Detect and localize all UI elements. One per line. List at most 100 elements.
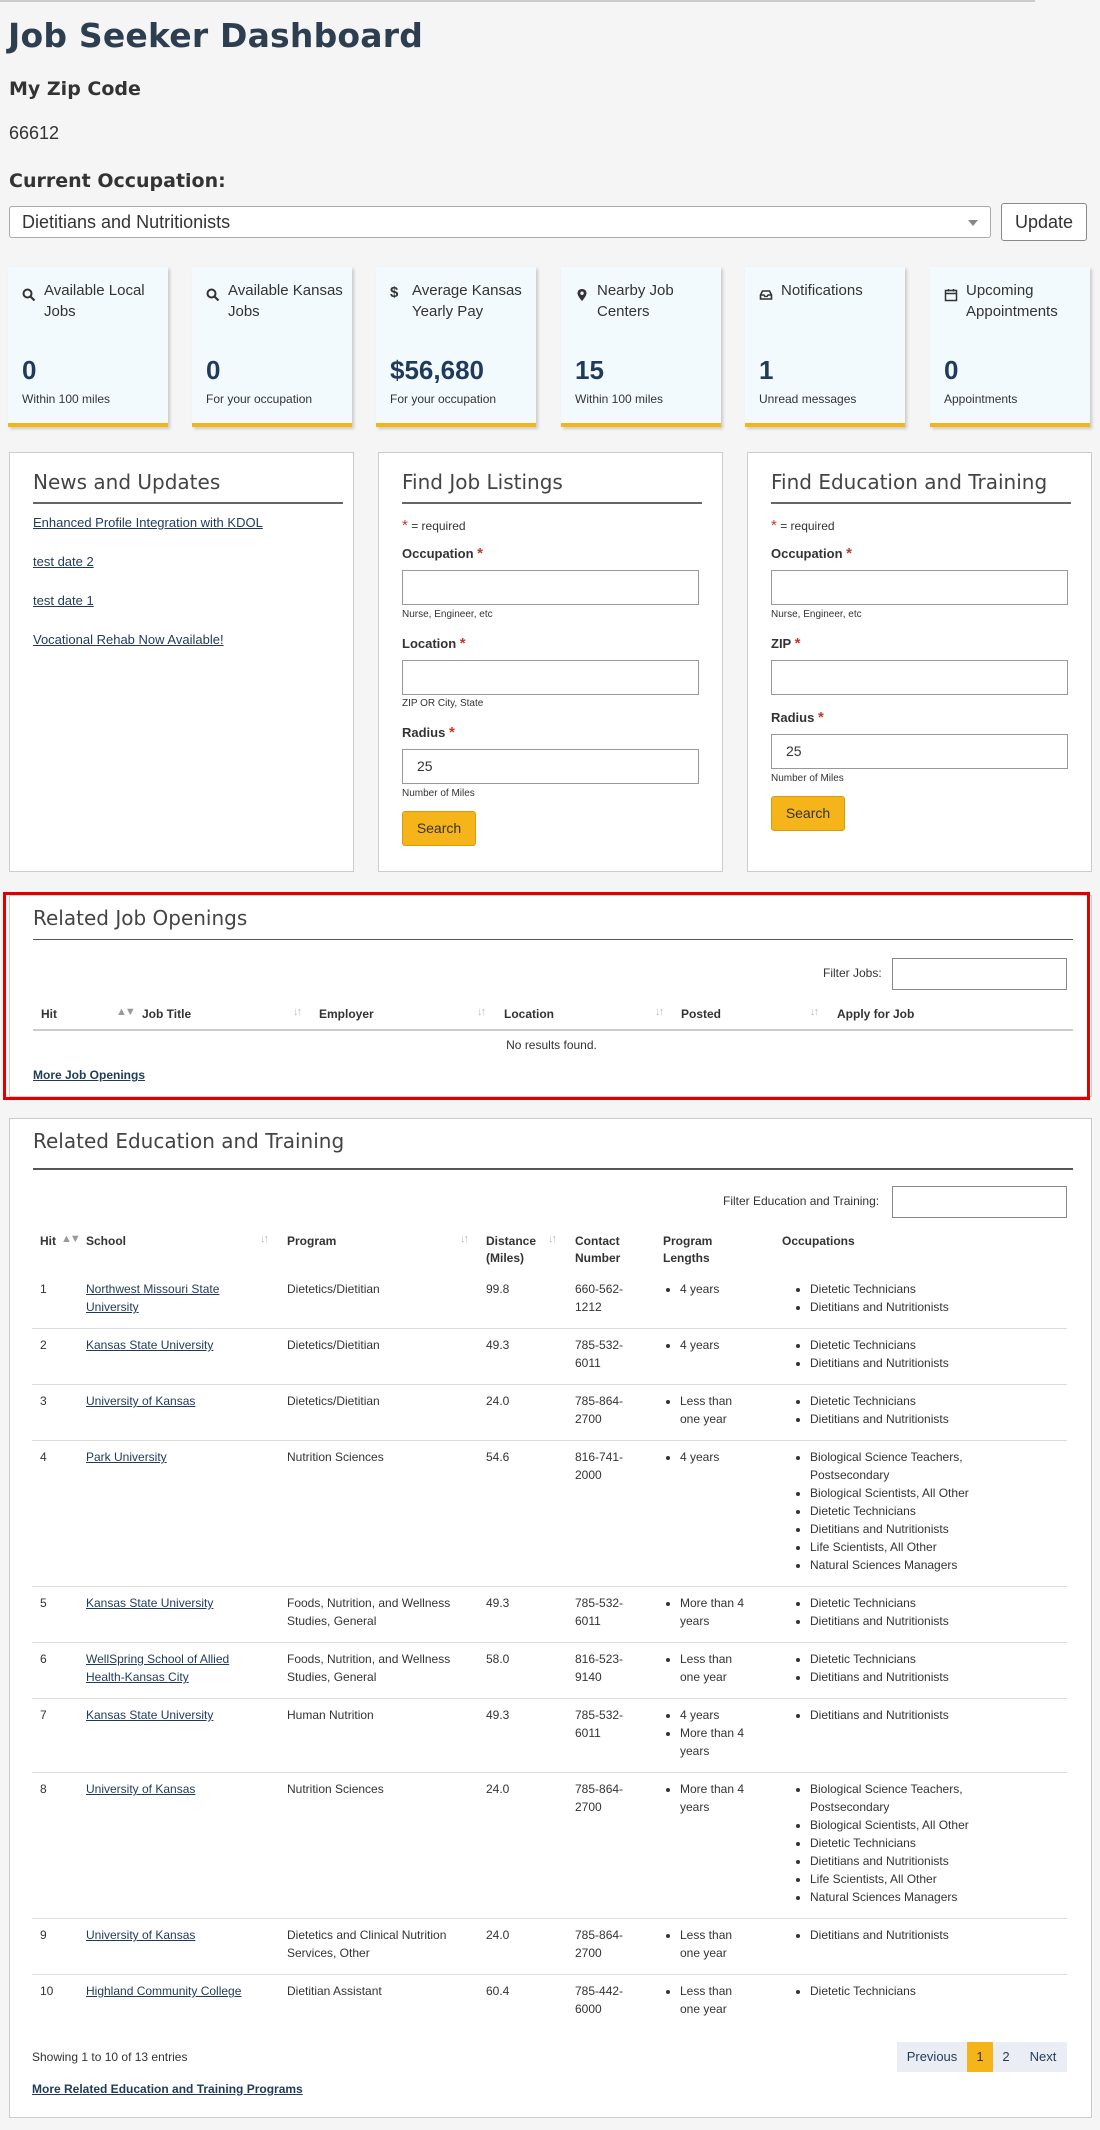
program-length-item: Less than one year <box>680 1392 754 1428</box>
school-link-text[interactable]: University of Kansas <box>86 1928 195 1942</box>
education-title: Related Education and Training <box>33 1129 345 1153</box>
occupation-item: Natural Sciences Managers <box>810 1888 994 1906</box>
row-occupations: Dietitians and Nutritionists <box>794 1706 994 1724</box>
column-header[interactable]: School <box>86 1233 126 1250</box>
occupation-help: Nurse, Engineer, etc <box>402 609 493 620</box>
row-program-lengths: 4 years <box>664 1448 754 1466</box>
column-header[interactable]: Hit <box>40 1233 56 1250</box>
school-link-text[interactable]: University of Kansas <box>86 1782 195 1796</box>
school-link[interactable]: Highland Community College <box>86 1982 261 2000</box>
pagination-next[interactable]: Next <box>1019 2042 1067 2072</box>
row-hit: 5 <box>40 1596 47 1610</box>
row-program-lengths: 4 yearsMore than 4 years <box>664 1706 754 1760</box>
news-link[interactable]: test date 1 <box>33 593 94 608</box>
stat-card-local-jobs[interactable]: Available Local Jobs 0 Within 100 miles <box>8 267 168 427</box>
school-link[interactable]: Kansas State University <box>86 1336 261 1354</box>
occupation-item: Dietetic Technicians <box>810 1982 994 2000</box>
stat-card-kansas-jobs[interactable]: Available Kansas Jobs 0 For your occupat… <box>192 267 352 427</box>
school-link[interactable]: Kansas State University <box>86 1706 261 1724</box>
occupation-item: Dietetic Technicians <box>810 1834 994 1852</box>
zip-code-label: My Zip Code <box>9 78 141 100</box>
news-link[interactable]: Enhanced Profile Integration with KDOL <box>33 515 263 530</box>
row-contact: 785-532-6011 <box>575 1596 624 1628</box>
stat-sub: Within 100 miles <box>22 392 111 406</box>
school-link-text[interactable]: Northwest Missouri State University <box>86 1282 219 1314</box>
pagination-page-1[interactable]: 1 <box>967 2042 993 2072</box>
filter-education-input[interactable] <box>892 1186 1067 1218</box>
more-education-link[interactable]: More Related Education and Training Prog… <box>32 2082 303 2096</box>
job-radius-input[interactable]: 25 <box>402 749 699 784</box>
school-link[interactable]: University of Kansas <box>86 1780 261 1798</box>
sort-icon[interactable]: ↓↑ <box>460 1233 469 1245</box>
occupation-item: Dietetic Technicians <box>810 1594 994 1612</box>
occupation-select[interactable]: Dietitians and Nutritionists <box>9 206 991 238</box>
stat-card-job-centers[interactable]: Nearby Job Centers 15 Within 100 miles <box>561 267 721 427</box>
stat-sub: For your occupation <box>206 392 313 406</box>
column-header[interactable]: Contact Number <box>575 1233 630 1267</box>
stat-card-notifications[interactable]: Notifications 1 Unread messages <box>745 267 905 427</box>
news-link[interactable]: Vocational Rehab Now Available! <box>33 632 224 647</box>
school-link-text[interactable]: Kansas State University <box>86 1708 213 1722</box>
stat-value: 0 <box>22 355 37 385</box>
school-link-text[interactable]: Park University <box>86 1450 167 1464</box>
edu-radius-input[interactable]: 25 <box>771 734 1068 769</box>
job-location-input[interactable] <box>402 660 699 695</box>
row-contact: 785-442-6000 <box>575 1984 624 2016</box>
news-panel: News and Updates Enhanced Profile Integr… <box>9 452 354 872</box>
sort-icon[interactable]: ↓↑ <box>260 1233 269 1245</box>
school-link[interactable]: Northwest Missouri State University <box>86 1280 261 1316</box>
row-contact: 816-741-2000 <box>575 1450 624 1482</box>
program-length-item: More than 4 years <box>680 1780 754 1816</box>
column-header[interactable]: Program <box>287 1233 336 1250</box>
school-link-text[interactable]: Kansas State University <box>86 1338 213 1352</box>
row-program: Foods, Nutrition, and Wellness Studies, … <box>287 1652 451 1684</box>
school-link-text[interactable]: WellSpring School of Allied Health-Kansa… <box>86 1652 229 1684</box>
row-program: Dietitian Assistant <box>287 1984 382 1998</box>
school-link[interactable]: Kansas State University <box>86 1594 261 1612</box>
edu-occupation-input[interactable] <box>771 570 1068 605</box>
sort-icon[interactable]: ↓↑ <box>548 1233 557 1245</box>
school-link[interactable]: WellSpring School of Allied Health-Kansa… <box>86 1650 261 1686</box>
school-link-text[interactable]: Highland Community College <box>86 1984 241 1998</box>
row-occupations: Biological Science Teachers, Postseconda… <box>794 1780 994 1906</box>
column-header[interactable]: Program Lengths <box>663 1233 733 1267</box>
row-distance: 24.0 <box>486 1782 510 1796</box>
update-button[interactable]: Update <box>1001 203 1087 241</box>
row-occupations: Dietetic TechniciansDietitians and Nutri… <box>794 1336 994 1372</box>
row-divider <box>32 1642 1067 1643</box>
program-length-item: 4 years <box>680 1706 754 1724</box>
school-link-text[interactable]: University of Kansas <box>86 1394 195 1408</box>
school-link[interactable]: University of Kansas <box>86 1392 261 1410</box>
news-link[interactable]: test date 2 <box>33 554 94 569</box>
school-link[interactable]: University of Kansas <box>86 1926 261 1944</box>
row-occupations: Dietetic TechniciansDietitians and Nutri… <box>794 1280 994 1316</box>
news-divider <box>33 502 343 504</box>
education-search-button[interactable]: Search <box>771 796 845 831</box>
row-program-lengths: Less than one year <box>664 1650 754 1686</box>
zip-code-value: 66612 <box>9 123 60 143</box>
education-search-title: Find Education and Training <box>771 470 1048 494</box>
column-header[interactable]: Occupations <box>782 1233 855 1250</box>
row-contact: 785-864-2700 <box>575 1394 624 1426</box>
occupation-item: Dietitians and Nutritionists <box>810 1706 994 1724</box>
row-contact: 660-562-1212 <box>575 1282 624 1314</box>
occupation-label: Occupation * <box>771 545 852 562</box>
edu-zip-input[interactable] <box>771 660 1068 695</box>
sort-icon[interactable]: ▲▼ <box>61 1233 81 1245</box>
row-occupations: Dietetic TechniciansDietitians and Nutri… <box>794 1594 994 1630</box>
pagination-page-2[interactable]: 2 <box>993 2042 1019 2072</box>
stat-card-average-pay[interactable]: $ Average Kansas Yearly Pay $56,680 For … <box>376 267 536 427</box>
column-header[interactable]: Distance (Miles) <box>486 1233 541 1267</box>
row-contact: 785-864-2700 <box>575 1928 624 1960</box>
job-seeker-dashboard: Job Seeker Dashboard My Zip Code 66612 C… <box>0 0 1100 2130</box>
pagination-previous[interactable]: Previous <box>897 2042 967 2072</box>
program-length-item: 4 years <box>680 1280 754 1298</box>
radius-label: Radius * <box>771 709 824 726</box>
stat-label: Notifications <box>781 282 863 299</box>
school-link-text[interactable]: Kansas State University <box>86 1596 213 1610</box>
school-link[interactable]: Park University <box>86 1448 261 1466</box>
job-occupation-input[interactable] <box>402 570 699 605</box>
job-search-button[interactable]: Search <box>402 811 476 846</box>
row-contact: 785-864-2700 <box>575 1782 624 1814</box>
stat-card-appointments[interactable]: Upcoming Appointments 0 Appointments <box>930 267 1090 427</box>
